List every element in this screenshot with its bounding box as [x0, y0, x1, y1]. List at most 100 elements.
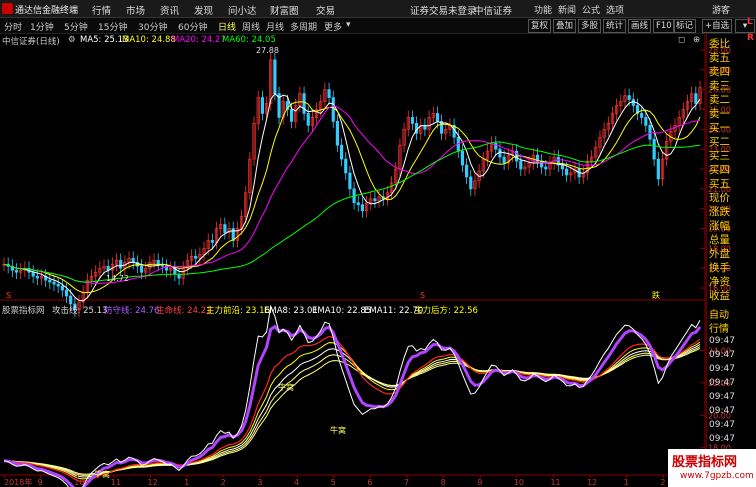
candle-body: [260, 97, 264, 114]
candle-body: [631, 99, 635, 106]
tick-time: 09:47: [709, 336, 735, 346]
candle-body: [502, 156, 506, 164]
cow-label-3: 牛窝: [94, 469, 110, 479]
candle-body: [344, 158, 348, 174]
candle-body: [289, 109, 294, 122]
quote-label: 委比: [709, 38, 730, 50]
ema8-value: EMA8: 23.01: [264, 306, 318, 316]
ma20-line: [3, 105, 701, 284]
quote-label: 总量: [709, 234, 730, 246]
trend-front-value: 主力前沿: 23.16: [206, 305, 270, 316]
quote-label: 涨跌: [709, 206, 730, 218]
candle-body: [694, 93, 698, 104]
date-tick-label: 12: [587, 478, 597, 487]
candle-body: [223, 224, 227, 233]
trend-back-value: 主力后方: 22.56: [414, 305, 478, 316]
date-tick-label: 10: [74, 478, 84, 487]
watermark-logo: 股票指标网 www.7gpzb.com: [668, 449, 756, 487]
quote-label: 买二: [709, 136, 730, 148]
quote-label: 换手: [709, 262, 730, 274]
kline-chart[interactable]: 28.0027.0026.0025.0024.0023.0022.0021.00…: [0, 0, 756, 487]
candle-body: [14, 269, 19, 273]
tick-time: 09:47: [709, 364, 735, 374]
auto-quote-label[interactable]: 自动: [709, 306, 729, 321]
candle-body: [498, 148, 502, 158]
candle-body: [469, 176, 473, 190]
candle-body: [306, 113, 310, 126]
quote-label: 外盘: [709, 248, 730, 260]
quote-label: 涨幅: [709, 220, 730, 232]
chart-grid: [0, 34, 706, 487]
quote-label: 卖三: [709, 80, 730, 92]
quote-label: 买四: [709, 164, 730, 176]
quote-side-panel: L R 委比 卖五 卖四 卖三 卖二 卖一 买一 买二 买三 买四 买五 现价 …: [706, 17, 756, 487]
candle-body: [56, 283, 60, 287]
tick-time: 09:47: [709, 378, 735, 388]
candle-body: [360, 204, 365, 212]
date-tick-label: 6: [367, 478, 372, 487]
candle-body: [544, 166, 548, 170]
candle-body: [131, 257, 135, 263]
date-tick-label: 12: [148, 478, 158, 487]
candle-body: [64, 289, 69, 297]
tick-time: 09:47: [709, 406, 735, 416]
cow-label-2: 牛窝: [330, 425, 346, 435]
candle-body: [339, 144, 344, 160]
candle-body: [465, 164, 469, 178]
candle-body: [648, 124, 652, 140]
signal-mark-3: 跌: [652, 290, 660, 300]
candle-body: [69, 295, 73, 305]
candle-body: [273, 59, 277, 94]
candle-body: [348, 172, 352, 190]
panel-mark-l: L: [747, 17, 753, 27]
date-tick-label: 5: [331, 478, 336, 487]
candle-body: [31, 271, 35, 277]
candle-body: [519, 160, 523, 170]
candle-body: [327, 89, 331, 98]
indicator-lines: [3, 304, 702, 487]
date-tick-label: 7: [404, 478, 409, 487]
signal-mark-2: S: [420, 291, 425, 300]
ema-band-line: [3, 347, 701, 475]
candle-body: [156, 259, 160, 265]
quote-label: 买五: [709, 178, 730, 190]
date-tick-label: 9: [477, 478, 482, 487]
candle-body: [656, 158, 660, 180]
date-tick-label: 11: [111, 478, 121, 487]
candle-body: [410, 117, 415, 124]
candle-body: [139, 265, 144, 273]
candle-body: [627, 95, 631, 100]
candle-body: [494, 142, 498, 150]
tick-time: 09:47: [709, 420, 735, 430]
quote-label: 卖五: [709, 52, 730, 64]
date-tick-label: 2018年: [4, 477, 32, 487]
ema-band-line: [3, 341, 701, 480]
candle-body: [356, 202, 360, 206]
date-tick-label: 4: [294, 478, 299, 487]
watermark-url: www.7gpzb.com: [680, 471, 754, 481]
date-tick-label: 1: [624, 478, 629, 487]
quote-label: 净资: [709, 276, 730, 288]
candle-body: [640, 113, 644, 118]
attack-line: [3, 304, 701, 487]
candle-body: [52, 281, 56, 285]
ema10-value: EMA10: 22.85: [312, 306, 371, 316]
candle-body: [373, 198, 377, 202]
candle-body: [210, 240, 214, 243]
life-line-value: 生命线: 24.21: [156, 305, 211, 316]
auto-quote-label2[interactable]: 行情: [709, 320, 729, 335]
candle-body: [540, 160, 544, 168]
candle-body: [560, 164, 565, 170]
watermark-title: 股票指标网: [672, 455, 738, 470]
candle-body: [331, 97, 335, 122]
quote-label: 收益: [709, 290, 730, 302]
candle-body: [335, 121, 340, 146]
tick-time: 09:47: [709, 434, 735, 444]
attack-line-value: 攻击线: 25.13: [52, 305, 107, 316]
defense-line: [3, 324, 702, 487]
life-line: [3, 335, 701, 482]
quote-label: 买一: [709, 122, 730, 134]
candle-body: [460, 150, 465, 166]
date-tick-label: 10: [514, 478, 524, 487]
candle-body: [565, 168, 569, 176]
